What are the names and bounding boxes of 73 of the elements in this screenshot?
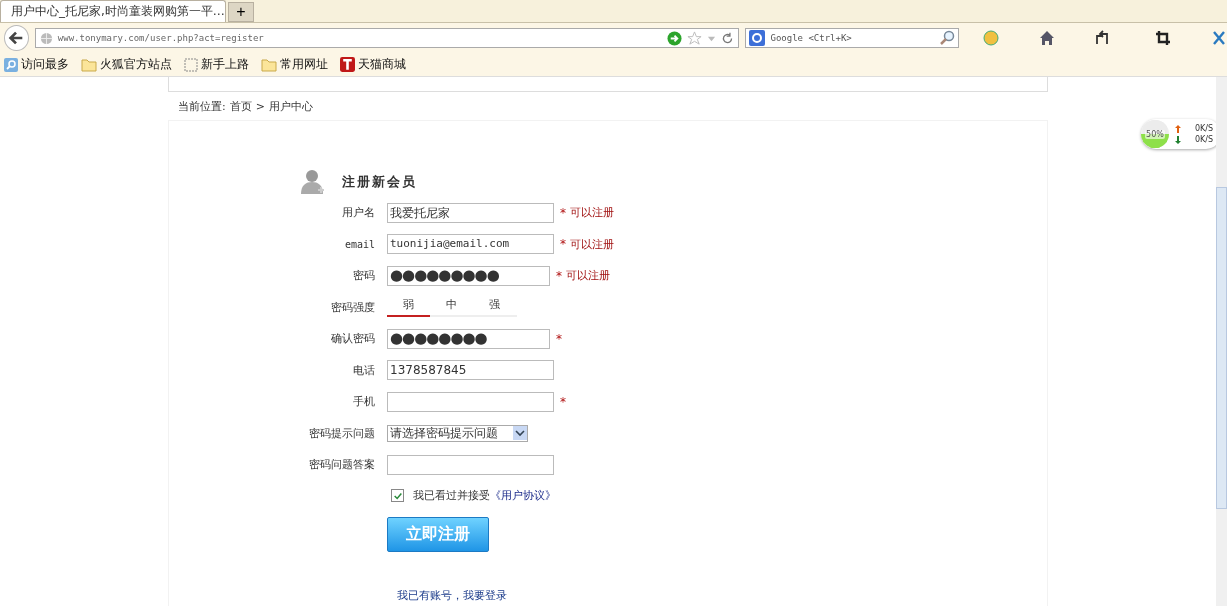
search-field[interactable]: Google <Ctrl+K> — [745, 28, 959, 48]
search-icon — [4, 57, 18, 72]
agreement-text: 我已看过并接受《用户协议》 — [413, 488, 556, 503]
go-icon[interactable] — [667, 30, 683, 46]
field-label: 密码强度 — [330, 299, 376, 315]
bookmark-item[interactable]: 新手上路 — [184, 56, 249, 73]
address-bar[interactable]: www.tonymary.com/user.php?act=register — [34, 28, 740, 48]
bookmark-item[interactable]: 常用网址 — [261, 56, 328, 73]
field-label: email — [343, 238, 376, 250]
field-label: 确认密码 — [330, 331, 376, 347]
field-label: 电话 — [352, 362, 376, 378]
status-text: 可以注册 — [570, 236, 614, 252]
back-button[interactable] — [4, 25, 29, 51]
t-logo-icon — [340, 57, 355, 72]
down-arrow-icon — [1175, 135, 1181, 144]
dropdown[interactable]: 请选择密码提示问题 — [387, 424, 528, 442]
input-field[interactable] — [387, 391, 554, 412]
agreement-link[interactable]: 《用户协议》 — [490, 489, 556, 502]
field-label: 密码 — [352, 268, 376, 284]
search-icon[interactable] — [939, 30, 955, 46]
tab-title: 用户中心_托尼家,时尚童装网购第一平… — [11, 3, 225, 20]
usage-gauge: 50% — [1141, 120, 1169, 148]
required-mark: * — [560, 205, 566, 220]
bookmark-item[interactable]: 天猫商城 — [340, 56, 406, 73]
bookmark-item[interactable]: 访问最多 — [4, 56, 69, 73]
url-text: www.tonymary.com/user.php?act=register — [57, 33, 265, 43]
home-icon[interactable] — [1039, 30, 1055, 46]
field-label: 密码提示问题 — [308, 425, 376, 441]
search-placeholder: Google <Ctrl+K> — [770, 33, 853, 43]
required-mark: * — [560, 237, 566, 252]
strength-level: 弱 — [387, 297, 430, 318]
bookmark-item[interactable]: 火狐官方站点 — [81, 56, 172, 73]
x-icon[interactable] — [1211, 30, 1227, 46]
field-label: 手机 — [352, 394, 376, 410]
page-icon — [184, 57, 198, 72]
star-icon[interactable] — [687, 30, 703, 46]
login-link[interactable]: 我已有账号，我要登录 — [397, 588, 507, 602]
chevron-down-icon — [513, 426, 527, 441]
user-add-icon — [301, 169, 325, 195]
folder-icon — [81, 57, 97, 72]
checkbox[interactable] — [391, 489, 404, 502]
breadcrumb-link[interactable]: 用户中心 — [268, 98, 313, 114]
folder-icon — [261, 57, 277, 72]
input-field[interactable]: ●●●●●●●●● — [387, 265, 550, 286]
strength-level: 强 — [488, 297, 501, 314]
required-mark: * — [556, 331, 562, 346]
input-field[interactable]: 我爱托尼家 — [387, 202, 554, 223]
strength-level: 中 — [445, 297, 458, 314]
form-title: 注册新会员 — [342, 173, 417, 191]
download-speed: 0K/S — [1195, 135, 1214, 144]
status-text: 可以注册 — [566, 268, 610, 284]
up-arrow-icon — [1175, 124, 1181, 133]
globe-icon — [39, 31, 53, 45]
breadcrumb-link[interactable]: 首页 — [229, 98, 252, 114]
input-field[interactable]: 1378587845 — [387, 360, 554, 381]
required-mark: * — [560, 394, 566, 409]
google-icon — [749, 30, 766, 46]
upload-speed: 0K/S — [1195, 124, 1214, 133]
input-field[interactable]: ●●●●●●●● — [387, 328, 550, 349]
field-label: 用户名 — [341, 205, 376, 221]
reload-icon[interactable] — [721, 31, 735, 45]
addon-icon[interactable] — [983, 30, 999, 46]
crop-icon[interactable] — [1155, 30, 1171, 46]
new-tab-button[interactable]: + — [228, 2, 254, 22]
input-field[interactable] — [387, 454, 554, 475]
input-field[interactable]: tuonijia@email.com — [387, 234, 554, 255]
scrollbar[interactable] — [1216, 77, 1227, 606]
status-text: 可以注册 — [570, 205, 614, 221]
field-label: 密码问题答案 — [308, 457, 376, 473]
required-mark: * — [556, 268, 562, 283]
browser-tab[interactable]: 用户中心_托尼家,时尚童装网购第一平… — [0, 0, 226, 22]
breadcrumb-separator: > — [255, 99, 265, 113]
breadcrumb-label: 当前位置: — [178, 98, 226, 114]
